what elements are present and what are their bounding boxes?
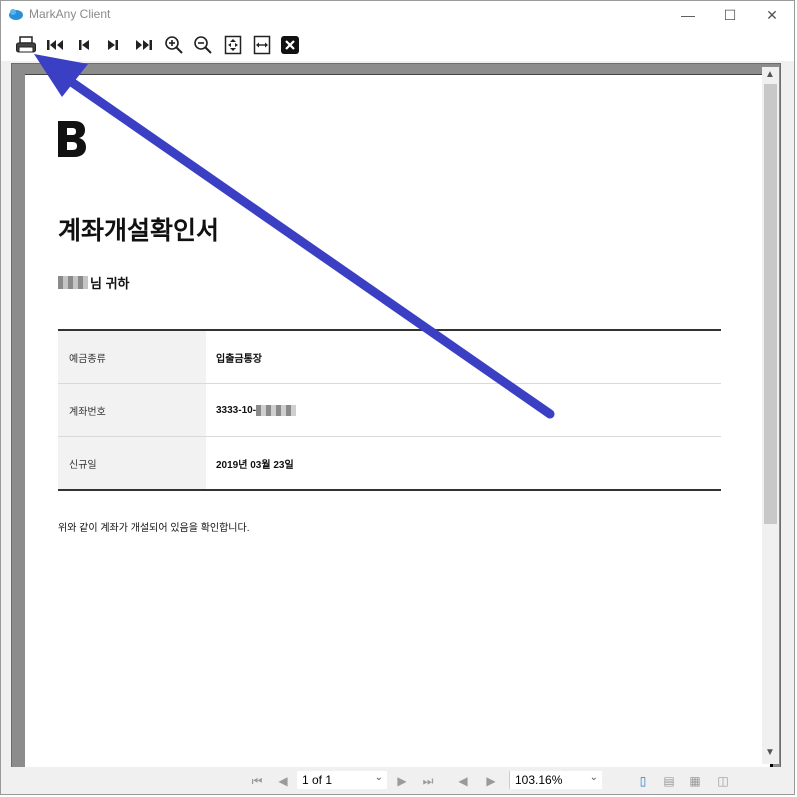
vertical-scrollbar[interactable]: ▲ ▼ bbox=[762, 67, 779, 764]
row-value: 입출금통장 bbox=[216, 353, 262, 365]
zoom-in-icon bbox=[165, 36, 183, 54]
fit-width-button[interactable] bbox=[249, 32, 275, 58]
zoom-selector[interactable]: 103.16% ⌄ bbox=[509, 771, 602, 789]
fit-page-icon bbox=[224, 35, 242, 55]
row-label: 신규일 bbox=[58, 437, 206, 489]
book-view-icon[interactable]: ◫ bbox=[714, 772, 732, 790]
single-page-view-icon[interactable]: ▯ bbox=[634, 772, 652, 790]
redacted-name bbox=[58, 276, 88, 289]
account-info-table: 예금종류 입출금통장 계좌번호 3333-10- 신규일 2019년 03월 2… bbox=[58, 329, 721, 491]
zoom-out-button[interactable] bbox=[190, 32, 216, 58]
table-row: 계좌번호 3333-10- bbox=[58, 384, 721, 437]
account-number: 3333-10- bbox=[216, 404, 257, 416]
back-icon[interactable]: ◀ bbox=[454, 772, 472, 790]
fit-width-icon bbox=[253, 35, 271, 55]
page-indicator: 1 of 1 bbox=[302, 773, 333, 787]
page-selector[interactable]: 1 of 1 ⌄ bbox=[297, 771, 387, 789]
status-bar: ⏮ ◀ 1 of 1 ⌄ ▶ ⏭ ◀ ▶ 103.16% ⌄ ▯ ▤ ▦ ◫ bbox=[1, 767, 794, 794]
last-page-button[interactable] bbox=[131, 32, 157, 58]
redacted-account bbox=[256, 404, 297, 416]
close-window-button[interactable]: ✕ bbox=[750, 1, 794, 29]
app-window: MarkAny Client — ☐ ✕ 계좌개설확인서 님 귀하 예금종류 입… bbox=[0, 0, 795, 795]
close-document-button[interactable] bbox=[277, 32, 303, 58]
first-page-icon bbox=[47, 40, 63, 50]
row-label: 예금종류 bbox=[58, 331, 206, 383]
previous-page-icon[interactable]: ◀ bbox=[274, 772, 292, 790]
document-page: 계좌개설확인서 님 귀하 예금종류 입출금통장 계좌번호 3333-10- 신규… bbox=[25, 74, 773, 768]
first-page-icon[interactable]: ⏮ bbox=[248, 772, 266, 790]
continuous-view-icon[interactable]: ▤ bbox=[660, 772, 678, 790]
toolbar bbox=[1, 29, 794, 61]
minimize-button[interactable]: — bbox=[666, 1, 710, 29]
chevron-down-icon: ⌄ bbox=[374, 772, 383, 783]
app-logo-icon bbox=[9, 9, 23, 20]
next-page-icon[interactable]: ▶ bbox=[393, 772, 411, 790]
row-label: 계좌번호 bbox=[58, 384, 206, 436]
confirmation-text: 위와 같이 계좌가 개설되어 있음을 확인합니다. bbox=[58, 523, 250, 534]
chevron-down-icon: ⌄ bbox=[589, 772, 598, 783]
previous-page-icon bbox=[79, 40, 89, 50]
table-row: 신규일 2019년 03월 23일 bbox=[58, 437, 721, 489]
table-row: 예금종류 입출금통장 bbox=[58, 331, 721, 384]
recipient-line: 님 귀하 bbox=[58, 273, 130, 292]
first-page-button[interactable] bbox=[42, 32, 68, 58]
recipient-suffix: 님 귀하 bbox=[90, 276, 130, 291]
close-icon bbox=[281, 36, 299, 54]
printer-icon bbox=[16, 36, 36, 53]
document-viewer[interactable]: 계좌개설확인서 님 귀하 예금종류 입출금통장 계좌번호 3333-10- 신규… bbox=[11, 63, 781, 769]
next-page-button[interactable] bbox=[100, 32, 126, 58]
fit-page-button[interactable] bbox=[220, 32, 246, 58]
next-page-icon bbox=[108, 40, 118, 50]
forward-icon[interactable]: ▶ bbox=[482, 772, 500, 790]
previous-page-button[interactable] bbox=[71, 32, 97, 58]
bank-logo bbox=[58, 121, 86, 157]
last-page-icon bbox=[136, 40, 152, 50]
last-page-icon[interactable]: ⏭ bbox=[419, 772, 437, 790]
row-value-account: 3333-10- bbox=[206, 384, 721, 436]
zoom-out-icon bbox=[194, 36, 212, 54]
zoom-in-button[interactable] bbox=[161, 32, 187, 58]
print-button[interactable] bbox=[13, 32, 39, 58]
facing-view-icon[interactable]: ▦ bbox=[686, 772, 704, 790]
scroll-up-icon[interactable]: ▲ bbox=[765, 69, 775, 80]
row-value: 2019년 03월 23일 bbox=[216, 459, 294, 471]
scroll-down-icon[interactable]: ▼ bbox=[765, 747, 775, 758]
window-title: MarkAny Client bbox=[29, 7, 111, 21]
maximize-button[interactable]: ☐ bbox=[708, 1, 752, 29]
zoom-level: 103.16% bbox=[515, 773, 563, 787]
document-title: 계좌개설확인서 bbox=[58, 217, 220, 245]
scroll-thumb[interactable] bbox=[764, 84, 777, 524]
title-bar: MarkAny Client — ☐ ✕ bbox=[1, 1, 794, 29]
